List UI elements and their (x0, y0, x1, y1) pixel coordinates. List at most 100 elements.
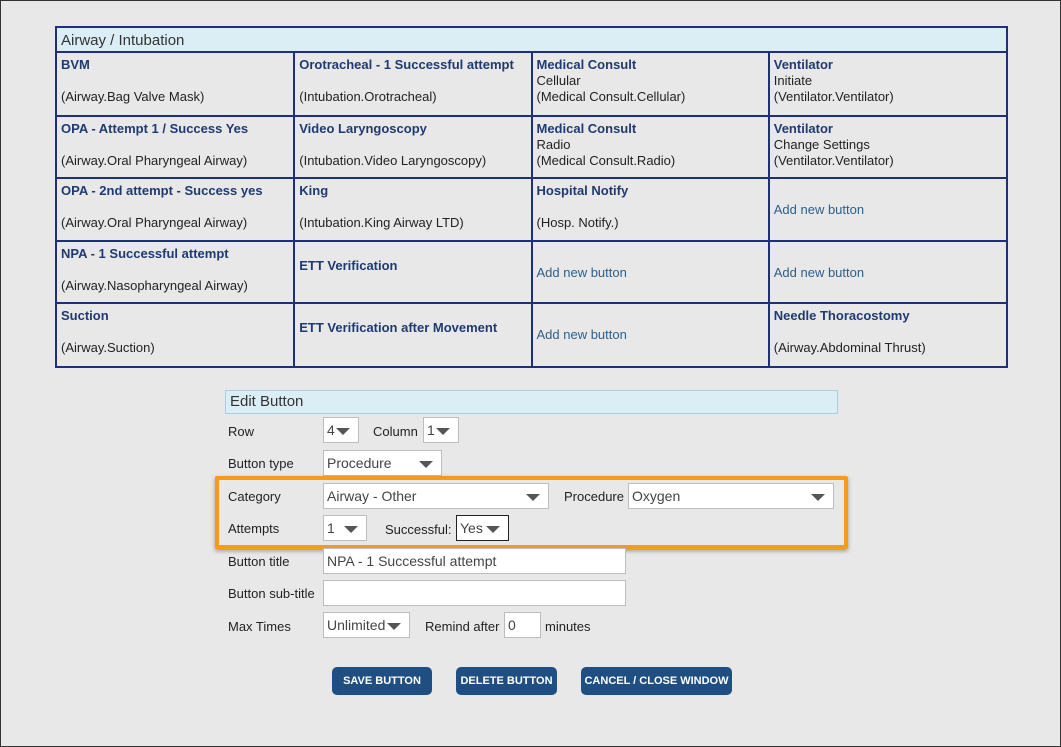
button-grid: BVM (Airway.Bag Valve Mask) Orotracheal - … (57, 53, 1006, 366)
cell-title: NPA - 1 Successful attempt (61, 245, 229, 261)
max-times-value: Unlimited (327, 617, 386, 633)
row-select-value: 4 (327, 422, 335, 438)
grid-cell[interactable]: Needle Thoracostomy (Airway.Abdominal Thr… (767, 302, 1006, 366)
cell-subtitle (61, 73, 289, 89)
cell-subtitle: Initiate (773, 73, 813, 88)
remind-after-input[interactable]: 0 (504, 612, 541, 638)
chevron-down-icon (387, 623, 401, 630)
grid-row: NPA - 1 Successful attempt (Airway.Nasoph… (57, 239, 1006, 304)
button-title-input[interactable]: NPA - 1 Successful attempt (323, 548, 626, 574)
cell-subtitle: Change Settings (773, 136, 870, 152)
cell-title: Needle Thoracostomy (773, 308, 910, 323)
button-subtitle-input[interactable] (323, 580, 626, 606)
grid-cell[interactable]: Medical Consult Cellular (Medical Consult.… (530, 53, 770, 117)
grid-cell[interactable]: Add new button (530, 302, 770, 366)
button-subtitle-label: Button sub-title (228, 586, 315, 601)
grid-row: OPA - Attempt 1 / Success Yes (Airway.Ora… (57, 114, 1006, 179)
cell-code: (Airway.Oral Pharyngeal Airway) (61, 152, 248, 168)
cell-subtitle (299, 199, 526, 215)
cell-title: King (299, 183, 329, 198)
grid-cell[interactable]: Suction (Airway.Suction) (57, 302, 296, 366)
row-label: Row (228, 424, 255, 439)
cell-subtitle (774, 324, 1002, 340)
grid-cell[interactable]: Add new button (530, 239, 770, 304)
cell-code: (Intubation.Video Laryngoscopy) (299, 152, 487, 168)
cell-code: (Airway.Nasopharyngeal Airway) (61, 277, 248, 293)
add-new-button-link[interactable]: Add new button (537, 327, 764, 343)
cell-title: ETT Verification (299, 257, 398, 273)
cell-code: (Hosp. Notify.) (536, 215, 619, 230)
cell-title: ETT Verification after Movement (299, 320, 498, 335)
remind-after-value: 0 (508, 617, 516, 633)
button-title-value: NPA - 1 Successful attempt (327, 553, 497, 569)
cell-code: (Intubation.King Airway LTD) (299, 215, 464, 230)
grid-cell[interactable]: ETT Verification after Movement (293, 302, 533, 366)
grid-row: Suction (Airway.Suction) ETT Verification … (57, 302, 1006, 366)
grid-cell[interactable]: NPA - 1 Successful attempt (Airway.Nasoph… (57, 239, 296, 304)
cell-title: Ventilator (773, 57, 833, 72)
grid-cell[interactable]: Hospital Notify (Hosp. Notify.) (530, 177, 770, 242)
cell-code: (Airway.Oral Pharyngeal Airway) (61, 215, 248, 230)
grid-cell[interactable]: Medical Consult Radio (Medical Consult.Rad… (530, 114, 770, 179)
cell-title: Ventilator (773, 120, 833, 136)
minutes-label: minutes (545, 619, 591, 634)
cancel-close-button[interactable]: CANCEL / CLOSE WINDOW (581, 667, 732, 695)
column-select[interactable]: 1 (423, 417, 459, 443)
column-label: Column (373, 424, 418, 439)
save-button[interactable]: SAVE BUTTON (332, 667, 432, 695)
cell-title: Medical Consult (536, 120, 637, 136)
grid-cell[interactable]: OPA - 2nd attempt - Success yes (Airway.O… (57, 177, 296, 242)
add-new-button-link[interactable]: Add new button (774, 265, 1002, 281)
max-times-select[interactable]: Unlimited (323, 612, 410, 638)
cell-code: (Airway.Suction) (61, 340, 155, 355)
cell-code: (Airway.Abdominal Thrust) (773, 340, 926, 355)
cell-subtitle: Cellular (536, 73, 581, 88)
cell-subtitle: Radio (536, 136, 571, 152)
grid-title: Airway / Intubation (57, 28, 1006, 53)
grid-cell[interactable]: Orotracheal - 1 Successful attempt (Intub… (293, 53, 533, 117)
cell-title: Hospital Notify (536, 183, 629, 198)
cell-code: (Airway.Bag Valve Mask) (61, 89, 205, 104)
cell-subtitle (299, 73, 526, 89)
remind-after-label: Remind after (425, 619, 500, 634)
grid-cell[interactable]: King (Intubation.King Airway LTD) (293, 177, 533, 242)
grid-cell[interactable]: Ventilator Initiate (Ventilator.Ventilator… (767, 53, 1006, 117)
cell-code: (Medical Consult.Cellular) (536, 89, 686, 104)
delete-button[interactable]: DELETE BUTTON (456, 667, 557, 695)
grid-cell[interactable]: Add new button (767, 239, 1006, 304)
button-type-label: Button type (228, 456, 294, 471)
grid-cell[interactable]: OPA - Attempt 1 / Success Yes (Airway.Ora… (57, 114, 296, 179)
button-type-select[interactable]: Procedure (323, 450, 442, 476)
button-type-value: Procedure (327, 455, 392, 471)
cell-title: OPA - 2nd attempt - Success yes (61, 183, 263, 198)
chevron-down-icon (419, 461, 433, 468)
cell-subtitle (537, 199, 764, 215)
button-title-label: Button title (228, 554, 290, 569)
row-select[interactable]: 4 (323, 417, 359, 443)
max-times-label: Max Times (228, 619, 291, 634)
cell-subtitle (299, 137, 526, 153)
grid-cell[interactable]: BVM (Airway.Bag Valve Mask) (57, 53, 296, 117)
cell-title: BVM (61, 57, 90, 72)
grid-cell[interactable]: Add new button (767, 177, 1006, 242)
cell-title: Video Laryngoscopy (299, 120, 427, 136)
edit-button-title: Edit Button (225, 390, 838, 414)
grid-cell[interactable]: Video Laryngoscopy (Intubation.Video Lary… (293, 114, 533, 179)
cell-code: (Intubation.Orotracheal) (299, 89, 437, 104)
grid-cell[interactable]: Ventilator Change Settings (Ventilator.Ven… (767, 114, 1006, 179)
grid-cell[interactable]: ETT Verification (293, 239, 533, 304)
cell-subtitle (61, 262, 289, 278)
column-select-value: 1 (427, 422, 435, 438)
chevron-down-icon (436, 428, 450, 435)
cell-code: (Medical Consult.Radio) (536, 152, 676, 168)
chevron-down-icon (336, 428, 350, 435)
cell-title: Suction (61, 308, 109, 323)
add-new-button-link[interactable]: Add new button (774, 202, 1002, 218)
button-grid-panel: Airway / Intubation BVM (Airway.Bag Valve… (55, 26, 1008, 368)
cell-title: Medical Consult (536, 57, 637, 72)
cell-subtitle (61, 137, 289, 153)
cell-code: (Ventilator.Ventilator) (773, 89, 894, 104)
grid-row: OPA - 2nd attempt - Success yes (Airway.O… (57, 177, 1006, 242)
add-new-button-link[interactable]: Add new button (537, 265, 764, 281)
grid-row: BVM (Airway.Bag Valve Mask) Orotracheal - … (57, 53, 1006, 117)
